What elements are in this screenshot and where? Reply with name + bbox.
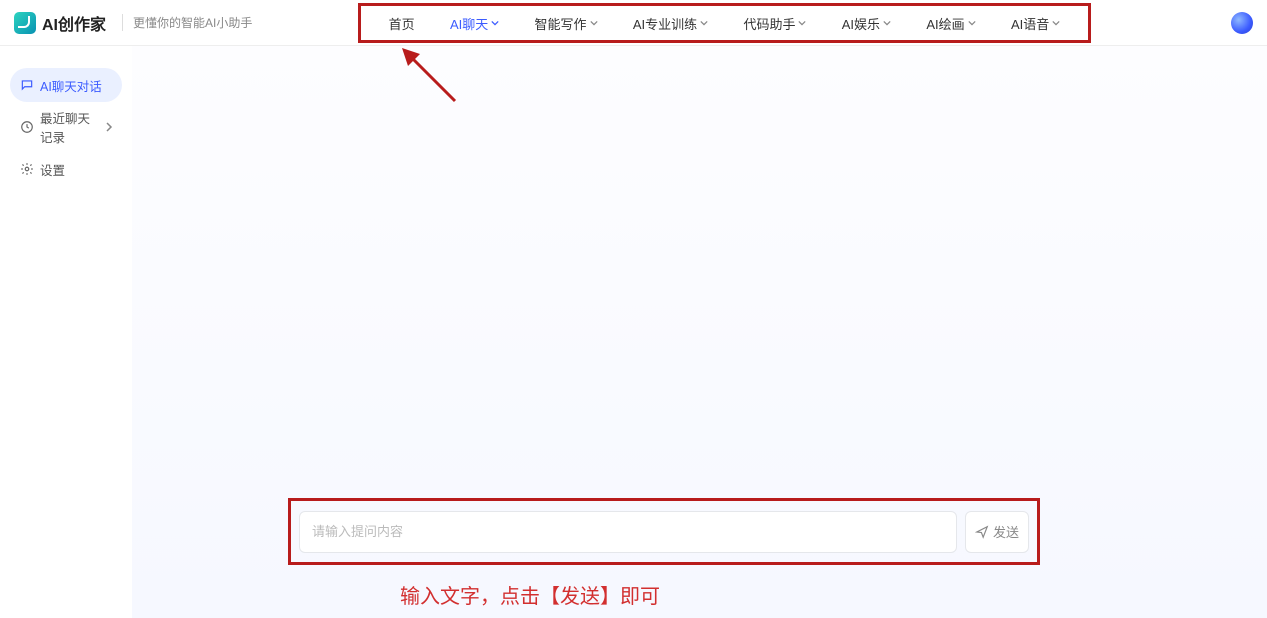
chevron-down-icon [700, 19, 708, 27]
sidebar: AI聊天对话 最近聊天记录 设置 [0, 46, 132, 618]
nav-label: 智能写作 [535, 14, 587, 33]
app-name: AI创作家 [42, 11, 106, 35]
chevron-down-icon [491, 19, 499, 27]
nav-label: 首页 [389, 14, 415, 33]
sidebar-item-label: 设置 [40, 160, 65, 179]
app-logo-icon [14, 12, 36, 34]
nav-ai-painting[interactable]: AI绘画 [926, 14, 975, 33]
sidebar-item-settings[interactable]: 设置 [10, 152, 122, 186]
nav-code-assistant[interactable]: 代码助手 [743, 14, 806, 33]
annotation-caption: 输入文字，点击【发送】即可 [400, 580, 660, 609]
logo[interactable]: AI创作家 更懂你的智能AI小助手 [0, 11, 252, 35]
nav-ai-chat[interactable]: AI聊天 [450, 14, 499, 33]
chevron-down-icon [798, 19, 806, 27]
chat-input[interactable] [299, 511, 957, 553]
sidebar-item-recent-chats[interactable]: 最近聊天记录 [10, 110, 122, 144]
nav-ai-voice[interactable]: AI语音 [1011, 14, 1060, 33]
nav-label: AI专业训练 [633, 14, 697, 33]
chevron-down-icon [590, 19, 598, 27]
send-button-label: 发送 [993, 522, 1019, 541]
app-tagline: 更懂你的智能AI小助手 [122, 14, 252, 31]
chevron-down-icon [1052, 19, 1060, 27]
nav-home[interactable]: 首页 [389, 14, 415, 33]
send-button[interactable]: 发送 [965, 511, 1029, 553]
nav-ai-entertainment[interactable]: AI娱乐 [842, 14, 891, 33]
chevron-down-icon [968, 19, 976, 27]
sidebar-item-ai-chat[interactable]: AI聊天对话 [10, 68, 122, 102]
avatar[interactable] [1231, 12, 1253, 34]
gear-icon [20, 162, 34, 176]
top-header: AI创作家 更懂你的智能AI小助手 首页 AI聊天 智能写作 AI专业训练 代码… [0, 0, 1267, 46]
clock-icon [20, 120, 34, 134]
chat-input-highlight-box: 发送 [288, 498, 1040, 565]
sidebar-item-label: 最近聊天记录 [40, 108, 98, 146]
nav-label: AI娱乐 [842, 14, 880, 33]
nav-ai-training[interactable]: AI专业训练 [633, 14, 708, 33]
chat-icon [20, 78, 34, 92]
chevron-down-icon [883, 19, 891, 27]
nav-label: AI聊天 [450, 14, 488, 33]
nav-label: 代码助手 [743, 14, 795, 33]
nav-label: AI语音 [1011, 14, 1049, 33]
chevron-right-icon [104, 122, 114, 132]
nav-smart-writing[interactable]: 智能写作 [535, 14, 598, 33]
nav-label: AI绘画 [926, 14, 964, 33]
top-nav-highlight-box: 首页 AI聊天 智能写作 AI专业训练 代码助手 AI娱乐 AI绘画 AI语音 [358, 3, 1091, 43]
send-icon [975, 525, 989, 539]
sidebar-item-label: AI聊天对话 [40, 76, 102, 95]
